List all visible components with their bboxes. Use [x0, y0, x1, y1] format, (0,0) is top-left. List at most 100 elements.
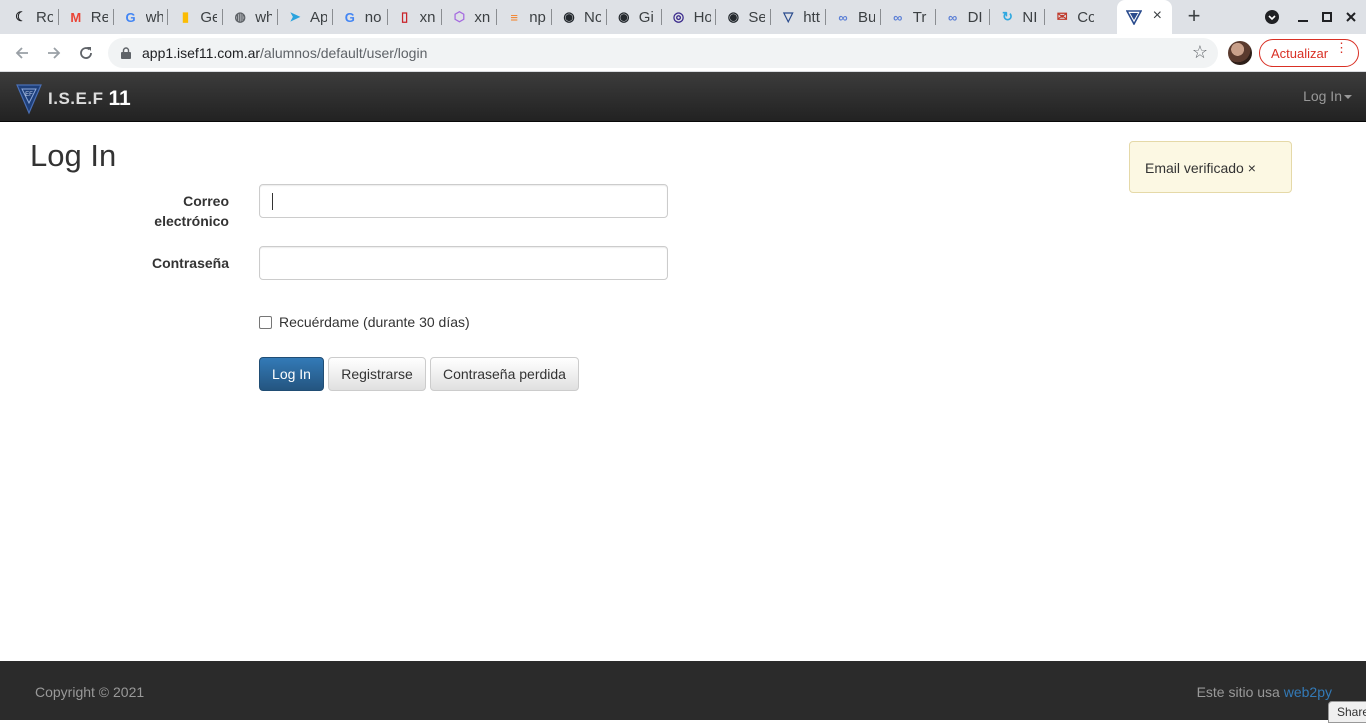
browser-tab[interactable]: ↻ NI — [990, 4, 1043, 30]
powered-prefix: Este sitio usa — [1196, 684, 1280, 700]
browser-tab-label: Tr — [912, 8, 927, 26]
lost-password-button[interactable]: Contraseña perdida — [430, 357, 579, 391]
tab-separator — [277, 9, 278, 25]
browser-tab[interactable]: ◉ Gi — [607, 4, 660, 30]
remember-label[interactable]: Recuérdame (durante 30 días) — [279, 314, 470, 330]
tab-search-icon[interactable] — [1263, 8, 1281, 26]
browser-tab-label: no — [364, 8, 382, 26]
moon-icon: ☾ — [15, 9, 27, 24]
browser-tab[interactable]: ◉ No — [552, 4, 605, 30]
link-icon: ∞ — [893, 9, 903, 25]
tab-separator — [660, 9, 662, 25]
browser-tab[interactable]: ▽ htt — [771, 4, 824, 30]
browser-tab-label: No — [584, 8, 601, 26]
gmail-icon: M — [70, 9, 82, 25]
address-bar[interactable]: app1.isef11.com.ar/alumnos/default/user/… — [108, 38, 1218, 68]
email-field[interactable] — [259, 184, 668, 218]
text-cursor — [272, 193, 273, 210]
browser-tab[interactable]: Gwh — [114, 4, 167, 30]
tab-separator — [825, 9, 826, 25]
active-tab[interactable]: × — [1117, 0, 1172, 34]
browser-tab[interactable]: ✉ Co — [1045, 4, 1098, 30]
tab-separator — [879, 9, 881, 25]
flash-message[interactable]: Email verificado × — [1129, 141, 1292, 193]
profile-avatar[interactable] — [1228, 41, 1252, 65]
google-icon: G — [344, 9, 355, 25]
page-title: Log In — [30, 138, 117, 173]
browser-tab-label: DI — [967, 8, 983, 26]
site-navbar: EF I.S.E.F 11 Log In — [0, 72, 1366, 122]
browser-tab[interactable]: ⬡ xn — [442, 4, 495, 30]
browser-tab[interactable]: ◎ Ho — [662, 4, 715, 30]
browser-tab-strip: × + ☾ Ro M Re Gwh ▮ Ge ◍ wh ➤ Ap Gno ▯ xn ⬡ xn ≡ np ◉ No ◉ Gi… — [0, 0, 1366, 34]
new-tab-button[interactable]: + — [1182, 5, 1206, 29]
email-label-line1: Correo — [183, 193, 229, 209]
bookmark-star-icon[interactable]: ☆ — [1192, 42, 1208, 63]
browser-tab-label: Gi — [638, 8, 654, 26]
github-icon: ◉ — [563, 9, 575, 24]
globe-icon: ◍ — [234, 9, 246, 24]
browser-tab[interactable]: ☾ Ro — [4, 4, 57, 30]
browser-tab-label: Ho — [693, 8, 711, 26]
register-button[interactable]: Registrarse — [328, 357, 426, 391]
tab-separator — [112, 9, 114, 25]
email-label-line2: electrónico — [154, 213, 229, 229]
remember-checkbox[interactable] — [259, 316, 272, 329]
minimize-icon[interactable] — [1294, 8, 1312, 26]
brand-text: I.S.E.F — [48, 89, 104, 108]
browser-tab[interactable]: ▯ xn — [388, 4, 441, 30]
browser-tab-label: Ge — [200, 8, 218, 26]
maximize-icon[interactable] — [1318, 8, 1336, 26]
password-field[interactable] — [259, 246, 668, 280]
login-button[interactable]: Log In — [259, 357, 324, 391]
tab-separator — [770, 9, 772, 25]
mail-red-icon: ✉ — [1056, 9, 1068, 24]
tab-separator — [551, 9, 552, 25]
browser-tab[interactable]: ➤ Ap — [278, 4, 331, 30]
isef-shield-icon: ▽ — [783, 9, 794, 24]
tab-separator — [441, 9, 443, 25]
update-button[interactable]: Actualizar ⋮ — [1259, 39, 1359, 67]
lock-icon[interactable] — [121, 47, 131, 59]
tab-separator — [167, 9, 169, 25]
login-dropdown[interactable]: Log In — [1303, 88, 1352, 104]
circle-logo-icon: ◎ — [672, 9, 685, 24]
forward-arrow-icon[interactable] — [42, 41, 66, 65]
link-icon: ∞ — [947, 9, 958, 25]
back-arrow-icon[interactable] — [10, 41, 34, 65]
browser-tab[interactable]: ∞ Tr — [881, 4, 934, 30]
browser-tab[interactable]: M Re — [59, 4, 112, 30]
tab-separator — [934, 9, 936, 25]
refresh-app-icon: ↻ — [1001, 9, 1013, 24]
caret-down-icon — [1344, 95, 1352, 100]
close-tab-icon[interactable]: × — [1153, 8, 1162, 24]
hexagon-icon: ⬡ — [453, 9, 466, 24]
browser-tab-label: xn — [419, 8, 436, 26]
brand-link[interactable]: EF I.S.E.F 11 — [16, 84, 131, 115]
reload-icon[interactable] — [74, 41, 98, 65]
tab-separator — [386, 9, 388, 25]
browser-tab[interactable]: Gno — [333, 4, 386, 30]
isef-logo-icon: EF — [16, 84, 42, 115]
browser-tab[interactable]: ∞ DI — [936, 4, 989, 30]
browser-tab[interactable]: ∞ Bu — [826, 4, 879, 30]
close-window-icon[interactable] — [1342, 8, 1360, 26]
browser-tab[interactable]: ≡ np — [497, 4, 550, 30]
browser-tab[interactable]: ◍ wh — [223, 4, 276, 30]
password-label: Contraseña — [151, 255, 229, 271]
tab-separator — [989, 9, 991, 25]
browser-tab[interactable]: ▮ Ge — [168, 4, 221, 30]
tab-separator — [496, 9, 498, 25]
tab-separator — [331, 9, 333, 25]
web2py-link[interactable]: web2py — [1284, 684, 1332, 700]
browser-tab-label: Se — [748, 8, 766, 26]
stackoverflow-icon: ≡ — [510, 9, 518, 25]
url-text: app1.isef11.com.ar/alumnos/default/user/… — [142, 45, 427, 61]
browser-tab[interactable]: ◉ Se — [716, 4, 769, 30]
powered-by: Este sitio usa web2py — [1197, 684, 1332, 700]
browser-tab-label: Re — [90, 8, 108, 26]
tab-separator — [57, 9, 59, 25]
browser-tab-label: htt — [803, 8, 820, 26]
more-menu-icon[interactable]: ⋮ — [1335, 41, 1348, 54]
isef-shield-icon — [1126, 9, 1142, 25]
